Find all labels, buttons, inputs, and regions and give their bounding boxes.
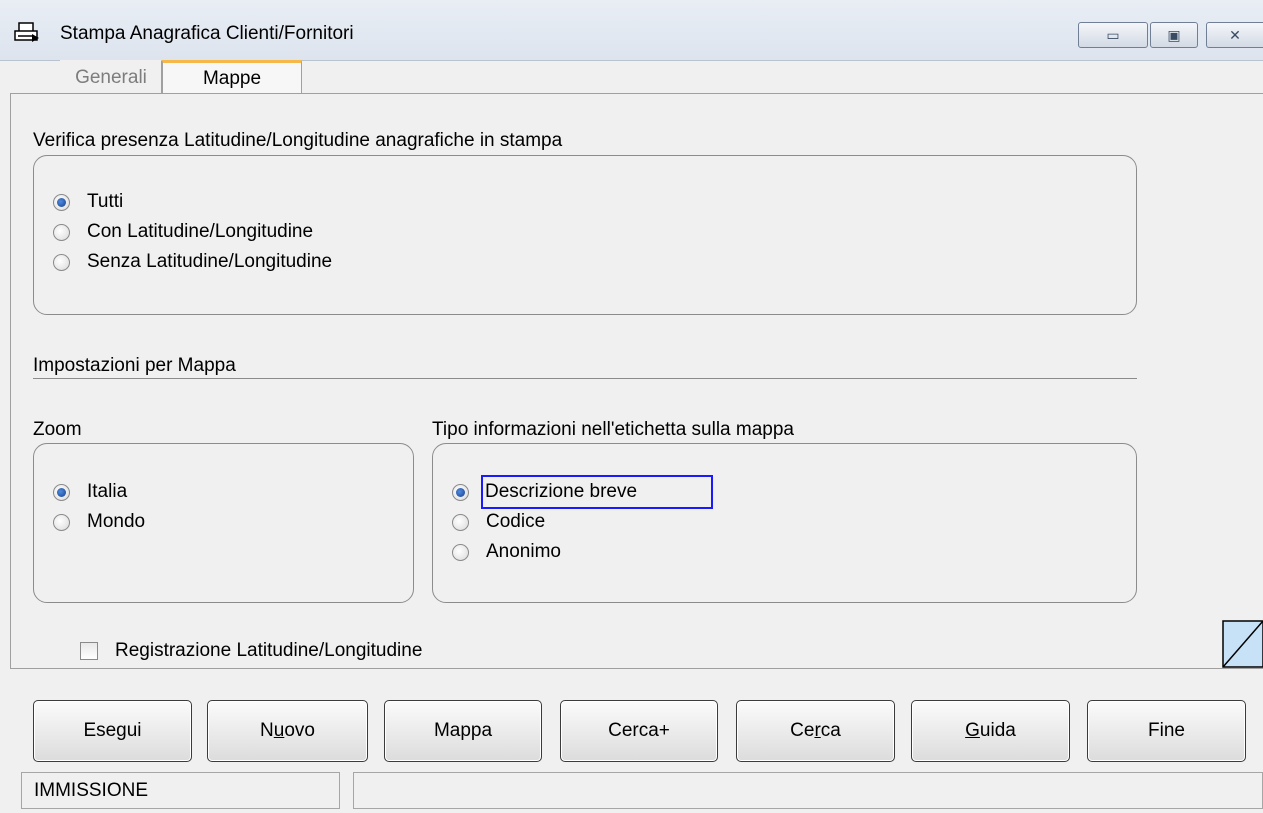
minimize-button[interactable]: ▭ (1078, 22, 1148, 48)
esegui-button[interactable]: Esegui (33, 700, 192, 762)
section-divider (33, 378, 1137, 379)
nuovo-button[interactable]: Nuovo (207, 700, 368, 762)
button-label: Cerca+ (608, 720, 670, 741)
radio-codice[interactable]: Codice (452, 507, 713, 537)
tab-label: Generali (75, 66, 147, 88)
button-label: Guida (965, 720, 1016, 741)
cerca-plus-button[interactable]: Cerca+ (560, 700, 718, 762)
tab-generali[interactable]: Generali (60, 60, 162, 94)
maximize-icon: ▣ (1167, 26, 1181, 43)
radio-button-icon[interactable] (452, 513, 469, 531)
zoom-title: Zoom (33, 419, 82, 440)
radio-descrizione-breve[interactable]: Descrizione breve (452, 475, 714, 509)
close-button[interactable]: ✕ (1206, 22, 1263, 48)
radio-anonimo[interactable]: Anonimo (452, 537, 713, 567)
checkbox-registrazione[interactable]: Registrazione Latitudine/Longitudine (80, 640, 422, 662)
title-bar: Stampa Anagrafica Clienti/Fornitori ▭ ▣ … (0, 0, 1263, 61)
radio-label: Anonimo (486, 541, 561, 562)
radio-label: Con Latitudine/Longitudine (87, 221, 314, 242)
button-label: Cerca (790, 720, 841, 741)
button-label: Mappa (433, 720, 493, 741)
radio-senza-latlong[interactable]: Senza Latitudine/Longitudine (53, 247, 332, 277)
radio-button-icon[interactable] (53, 193, 70, 211)
checkbox-box[interactable] (80, 642, 98, 660)
radio-button-icon[interactable] (53, 483, 70, 501)
mappa-button[interactable]: Mappa (384, 700, 542, 762)
button-label: Esegui (83, 720, 142, 741)
resize-grip-icon[interactable] (1222, 620, 1263, 668)
radio-button-icon[interactable] (53, 513, 70, 531)
radio-label-focused: Descrizione breve (481, 475, 714, 509)
radio-label: Italia (87, 481, 128, 502)
zoom-options: Italia Mondo (53, 477, 145, 537)
radio-label: Mondo (87, 511, 146, 532)
tab-mappe[interactable]: Mappe (162, 60, 302, 94)
button-label: Fine (1148, 720, 1185, 741)
tipo-info-options: Descrizione breve Codice Anonimo (452, 475, 714, 567)
radio-con-latlong[interactable]: Con Latitudine/Longitudine (53, 217, 332, 247)
radio-label: Tutti (87, 191, 124, 212)
impostazioni-title: Impostazioni per Mappa (33, 355, 236, 376)
radio-tutti[interactable]: Tutti (53, 187, 332, 217)
radio-italia[interactable]: Italia (53, 477, 145, 507)
verifica-options: Tutti Con Latitudine/Longitudine Senza L… (53, 187, 332, 277)
window-title: Stampa Anagrafica Clienti/Fornitori (60, 23, 354, 44)
fine-button[interactable]: Fine (1087, 700, 1246, 762)
maximize-button[interactable]: ▣ (1150, 22, 1198, 48)
cerca-button[interactable]: Cerca (736, 700, 895, 762)
guida-button[interactable]: Guida (911, 700, 1070, 762)
radio-button-icon[interactable] (452, 543, 469, 561)
tipo-info-title: Tipo informazioni nell'etichetta sulla m… (432, 419, 795, 440)
radio-label: Senza Latitudine/Longitudine (87, 251, 333, 272)
radio-button-icon[interactable] (53, 223, 70, 241)
status-mode: IMMISSIONE (21, 772, 340, 809)
button-label: Nuovo (260, 720, 315, 741)
close-icon: ✕ (1229, 26, 1241, 43)
tab-label: Mappe (202, 67, 262, 89)
radio-label: Codice (486, 511, 546, 532)
radio-mondo[interactable]: Mondo (53, 507, 145, 537)
verifica-title: Verifica presenza Latitudine/Longitudine… (33, 130, 563, 151)
radio-button-icon[interactable] (452, 483, 469, 501)
checkbox-label: Registrazione Latitudine/Longitudine (115, 640, 423, 661)
status-message (353, 772, 1263, 809)
printer-icon (14, 22, 40, 44)
minimize-icon: ▭ (1106, 26, 1120, 43)
radio-button-icon[interactable] (53, 253, 70, 271)
